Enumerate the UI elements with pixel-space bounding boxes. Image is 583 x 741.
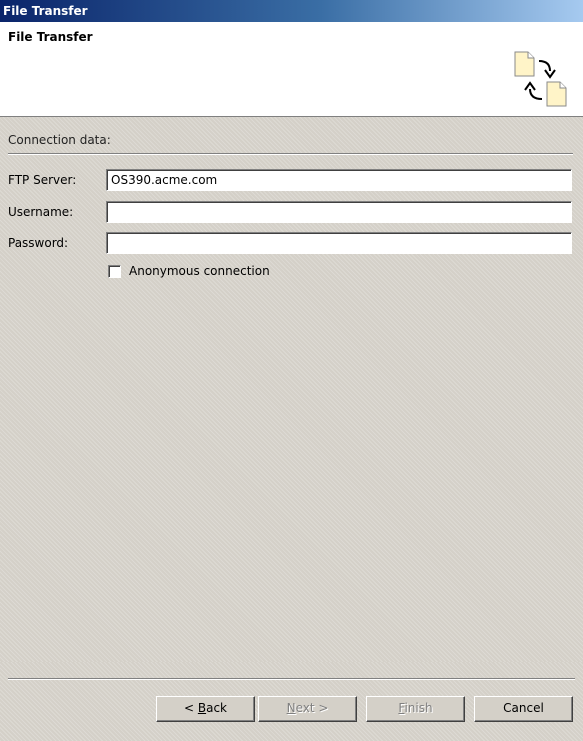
ftp-server-label: FTP Server: [8,173,77,187]
anonymous-connection-label[interactable]: Anonymous connection [129,264,270,278]
window-title: File Transfer [3,4,88,18]
wizard-content: Connection data: FTP Server: Username: P… [0,117,583,662]
anonymous-connection-checkbox[interactable] [108,264,121,278]
section-label: Connection data: [8,133,111,147]
password-input[interactable] [106,232,572,254]
password-label: Password: [8,236,69,250]
file-transfer-dialog: File Transfer File Transfer Connection d… [0,0,583,741]
next-button-mnemonic: N [286,701,296,715]
next-button[interactable]: Next > [258,696,357,722]
anonymous-connection-option[interactable]: Anonymous connection [108,264,270,278]
back-button-rest: ack [206,701,227,715]
wizard-footer: < Back Next > Finish Cancel [0,662,583,741]
back-button[interactable]: < Back [156,696,255,722]
ftp-server-input[interactable] [106,169,572,191]
file-transfer-icon [514,51,567,107]
next-button-rest: ext > [295,701,329,715]
banner-title: File Transfer [8,30,93,44]
back-button-prefix: < [183,701,198,715]
finish-button-rest: inish [404,701,433,715]
section-separator [8,153,573,155]
cancel-button-label: Cancel [503,701,544,715]
footer-separator [8,678,575,680]
finish-button[interactable]: Finish [366,696,465,722]
title-bar[interactable]: File Transfer [0,0,583,22]
wizard-banner: File Transfer [0,22,583,117]
username-input[interactable] [106,201,572,223]
back-button-mnemonic: B [197,701,207,715]
cancel-button[interactable]: Cancel [474,696,573,722]
username-label: Username: [8,205,74,219]
